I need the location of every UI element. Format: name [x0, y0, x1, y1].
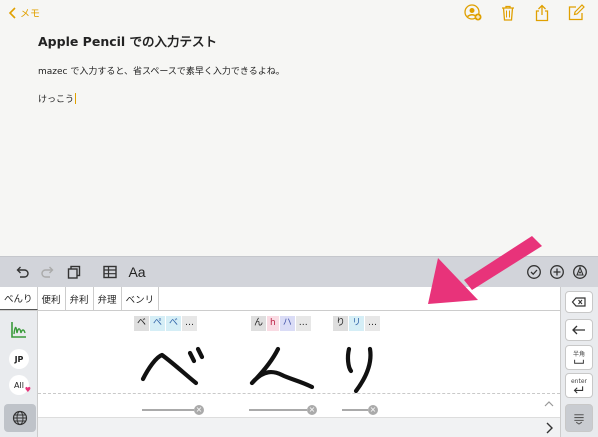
add-people-button[interactable] — [462, 4, 484, 22]
jp-mode-button[interactable]: JP — [7, 347, 31, 371]
copy-icon — [67, 265, 81, 279]
candidate-item[interactable]: ベンリ — [122, 287, 160, 310]
ink-stroke — [140, 352, 199, 386]
space-icon — [574, 359, 584, 364]
all-mode-button[interactable]: All ♥ — [7, 373, 31, 397]
close-icon[interactable]: × — [368, 405, 378, 415]
add-people-icon — [464, 4, 482, 21]
segment-slider[interactable]: × — [342, 404, 378, 416]
share-icon — [535, 4, 549, 22]
enter-button[interactable]: enter — [565, 373, 593, 398]
backspace-icon — [571, 297, 586, 307]
return-icon — [573, 385, 584, 393]
globe-button[interactable] — [4, 404, 36, 432]
all-label: All — [14, 380, 24, 390]
note-line: mazec で入力すると、省スペースで素早く入力できるよね。 — [38, 67, 285, 77]
candidate-item[interactable]: 便利 — [38, 287, 66, 310]
candidate-item[interactable]: 弁利 — [66, 287, 94, 310]
chevron-up-icon — [544, 401, 554, 407]
compose-icon — [568, 4, 585, 21]
arrow-left-icon — [572, 325, 585, 335]
close-icon[interactable]: × — [194, 405, 204, 415]
format-button[interactable]: Aa — [126, 262, 148, 282]
copy-button[interactable] — [64, 262, 84, 282]
back-button[interactable]: メモ — [8, 5, 40, 20]
ink-strokes — [140, 346, 373, 394]
note-line-text: けっこう — [38, 95, 75, 105]
share-button[interactable] — [532, 4, 552, 22]
all-badge: All ♥ — [9, 375, 31, 395]
half-width-button[interactable]: 半角 — [565, 345, 593, 370]
slider-track — [342, 409, 368, 411]
slider-track — [249, 409, 307, 411]
markup-button[interactable] — [570, 262, 590, 282]
jp-label: JP — [9, 349, 29, 369]
redo-button[interactable] — [38, 262, 58, 282]
add-button[interactable] — [547, 262, 567, 282]
candidate-item[interactable]: 弁理 — [94, 287, 122, 310]
delete-button[interactable] — [565, 291, 593, 313]
heart-icon: ♥ — [24, 386, 31, 394]
table-button[interactable] — [100, 262, 120, 282]
note-line-current: けっこう — [38, 92, 77, 105]
globe-icon — [12, 410, 28, 426]
keyboard-hide-icon — [574, 413, 584, 425]
trash-icon — [502, 5, 514, 21]
next-button[interactable] — [543, 420, 555, 434]
cursor-left-button[interactable] — [565, 319, 593, 341]
segment-slider[interactable]: × — [249, 404, 317, 416]
pen-tip-icon — [573, 265, 587, 279]
ink-stroke — [187, 350, 197, 364]
arrow-shaft — [464, 236, 542, 290]
handwriting-mode-button[interactable] — [7, 318, 31, 342]
chevron-left-icon — [8, 6, 16, 19]
compose-button[interactable] — [566, 4, 586, 22]
scroll-up-button[interactable] — [543, 394, 555, 407]
segment-slider[interactable]: × — [142, 404, 204, 416]
candidate-item[interactable]: べんり — [0, 287, 38, 310]
note-title: Apple Pencil での入力テスト — [38, 34, 218, 49]
undo-icon — [16, 266, 29, 278]
text-cursor — [75, 93, 77, 104]
han-label: 半角 — [572, 350, 585, 358]
ink-stroke — [353, 346, 373, 394]
trash-button[interactable] — [498, 4, 518, 22]
close-icon[interactable]: × — [307, 405, 317, 415]
back-label: メモ — [20, 9, 40, 20]
ink-stroke — [249, 346, 315, 390]
handwriting-icon — [11, 322, 26, 338]
chevron-right-icon — [546, 422, 553, 434]
ink-stroke — [345, 346, 354, 374]
table-icon — [103, 265, 117, 279]
slider-track — [142, 409, 194, 411]
enter-label: enter — [570, 377, 587, 385]
ink-stroke — [195, 346, 205, 360]
hide-keyboard-button[interactable] — [565, 404, 593, 432]
annotation-arrow — [428, 236, 542, 304]
undo-button[interactable] — [12, 262, 32, 282]
plus-circle-icon — [550, 265, 564, 279]
redo-icon — [41, 266, 54, 278]
canvas-footer — [38, 417, 560, 437]
